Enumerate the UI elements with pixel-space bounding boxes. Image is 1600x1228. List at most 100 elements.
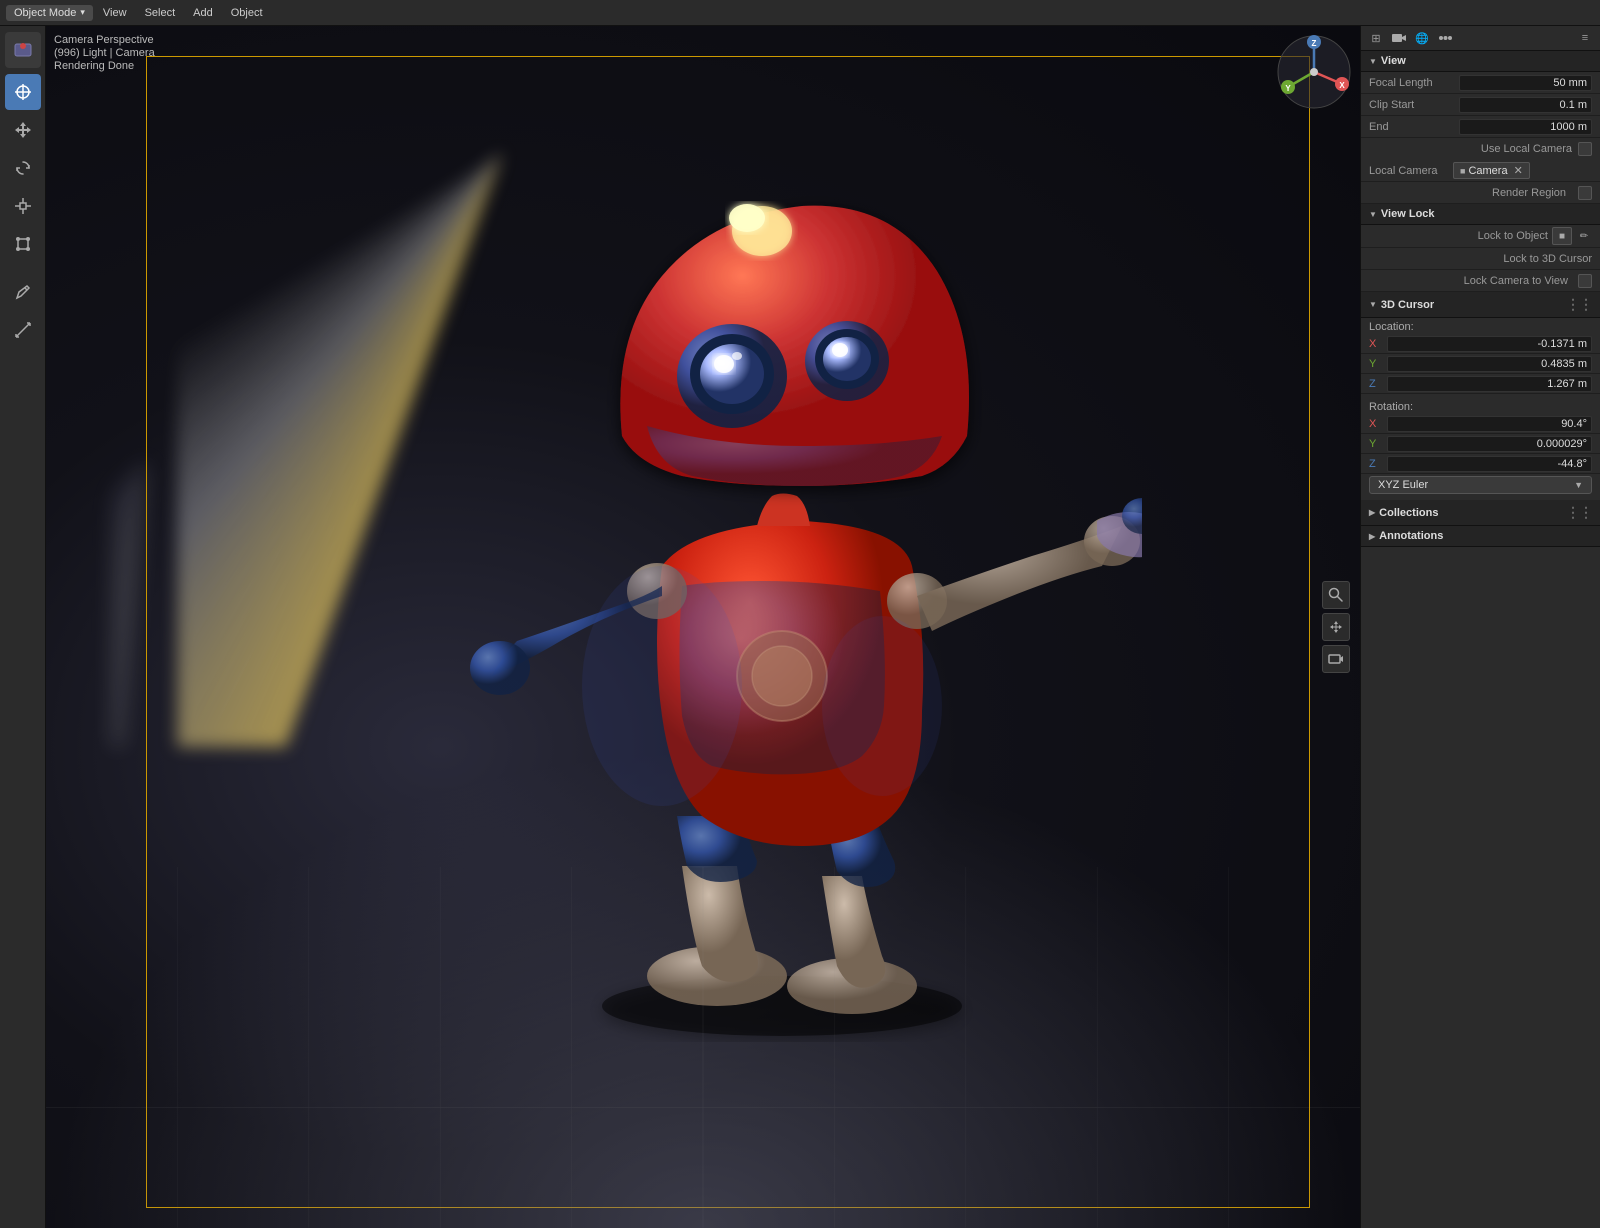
nav-icon-dots[interactable]: ≡ — [1574, 28, 1596, 48]
camera-chip[interactable]: ■ Camera ✕ — [1453, 162, 1530, 179]
clip-end-row: End 1000 m — [1361, 116, 1600, 138]
view-lock-triangle: ▼ — [1369, 210, 1377, 219]
cursor-3d-dots[interactable]: ⋮⋮ — [1566, 296, 1592, 313]
view-title: View — [1381, 55, 1406, 67]
cursor-ry-value[interactable]: 0.000029° — [1387, 436, 1592, 452]
menu-object[interactable]: Object — [223, 5, 271, 21]
camera-perspective-label: Camera Perspective — [54, 34, 155, 46]
cursor-x-value[interactable]: -0.1371 m — [1387, 336, 1592, 352]
view-lock-title: View Lock — [1381, 208, 1435, 220]
cursor-z-value[interactable]: 1.267 m — [1387, 376, 1592, 392]
main-area: Camera Perspective (996) Light | Camera … — [0, 26, 1600, 1228]
annotations-title: Annotations — [1379, 530, 1443, 542]
svg-text:Y: Y — [1285, 84, 1291, 93]
cursor-3d-title: 3D Cursor — [1381, 299, 1434, 311]
euler-arrow-icon: ▼ — [1574, 480, 1583, 490]
use-local-camera-checkbox[interactable] — [1578, 142, 1592, 156]
cursor-z-row: Z 1.267 m — [1361, 374, 1600, 394]
nav-icon-camera[interactable] — [1388, 28, 1410, 48]
cursor-tool[interactable] — [5, 74, 41, 110]
lock-to-object-pen[interactable]: ✏ — [1576, 228, 1592, 244]
cursor-y-label: Y — [1369, 358, 1387, 370]
annotations-section-header[interactable]: ▶ Annotations — [1361, 526, 1600, 547]
top-menubar: Object Mode View Select Add Object — [0, 0, 1600, 26]
cursor-ry-row: Y 0.000029° — [1361, 434, 1600, 454]
use-local-camera-label: Use Local Camera — [1369, 143, 1572, 155]
light-camera-label: (996) Light | Camera — [54, 47, 155, 59]
magnify-tool[interactable] — [1322, 581, 1350, 609]
clip-start-value[interactable]: 0.1 m — [1459, 97, 1592, 113]
camera-chip-icon: ■ — [1460, 166, 1465, 176]
clip-end-label: End — [1369, 121, 1459, 133]
scene-background: Z X Y — [46, 26, 1360, 1228]
cursor-x-label: X — [1369, 338, 1387, 350]
menu-view[interactable]: View — [95, 5, 135, 21]
cursor-y-value[interactable]: 0.4835 m — [1387, 356, 1592, 372]
annotations-triangle: ▶ — [1369, 532, 1375, 541]
focal-length-value[interactable]: 50 mm — [1459, 75, 1592, 91]
render-region-row: Render Region — [1361, 182, 1600, 204]
lock-to-cursor-label: Lock to 3D Cursor — [1369, 253, 1592, 265]
clip-start-label: Clip Start — [1369, 99, 1459, 111]
euler-label: XYZ Euler — [1378, 479, 1428, 491]
lock-to-cursor-row: Lock to 3D Cursor — [1361, 248, 1600, 270]
lock-to-object-row: Lock to Object ■ ✏ — [1361, 225, 1600, 248]
scale-tool[interactable] — [5, 188, 41, 224]
viewport-info: Camera Perspective (996) Light | Camera … — [54, 34, 155, 72]
clip-end-value[interactable]: 1000 m — [1459, 119, 1592, 135]
location-label: Location: — [1361, 318, 1600, 334]
clip-start-row: Clip Start 0.1 m — [1361, 94, 1600, 116]
rendering-done-label: Rendering Done — [54, 60, 155, 72]
cursor-rz-value[interactable]: -44.8° — [1387, 456, 1592, 472]
left-toolbar — [0, 26, 46, 1228]
measure-tool[interactable] — [5, 312, 41, 348]
use-local-camera-row: Use Local Camera — [1361, 138, 1600, 160]
lock-camera-view-label: Lock Camera to View — [1369, 275, 1568, 287]
viewport[interactable]: Camera Perspective (996) Light | Camera … — [46, 26, 1360, 1228]
camera-chip-close[interactable]: ✕ — [1514, 164, 1523, 177]
cursor-3d-section-header[interactable]: ▼ 3D Cursor ⋮⋮ — [1361, 292, 1600, 318]
cursor-x-row: X -0.1371 m — [1361, 334, 1600, 354]
cursor-ry-label: Y — [1369, 438, 1387, 450]
navigation-gizmo[interactable]: Z X Y — [1274, 32, 1354, 112]
lock-to-object-box[interactable]: ■ — [1552, 227, 1572, 245]
nav-icon-grid[interactable]: ⊞ — [1365, 28, 1387, 48]
render-region-label: Render Region — [1369, 187, 1572, 199]
menu-add[interactable]: Add — [185, 5, 221, 21]
collections-dots[interactable]: ⋮⋮ — [1566, 504, 1592, 521]
nav-icon-filter[interactable] — [1434, 28, 1456, 48]
render-region-checkbox[interactable] — [1578, 186, 1592, 200]
rotate-tool[interactable] — [5, 150, 41, 186]
panel-nav-icons: ⊞ 🌐 ≡ — [1361, 26, 1600, 51]
cursor-3d-triangle: ▼ — [1369, 300, 1377, 309]
menu-select[interactable]: Select — [137, 5, 184, 21]
view-lock-section-header[interactable]: ▼ View Lock — [1361, 204, 1600, 225]
cursor-y-row: Y 0.4835 m — [1361, 354, 1600, 374]
cursor-rz-row: Z -44.8° — [1361, 454, 1600, 474]
local-camera-row: Local Camera ■ Camera ✕ — [1361, 160, 1600, 182]
nav-icon-world[interactable]: 🌐 — [1411, 28, 1433, 48]
lock-camera-view-checkbox[interactable] — [1578, 274, 1592, 288]
collections-title: Collections — [1379, 507, 1438, 519]
camera-view-tool[interactable] — [1322, 645, 1350, 673]
view-section-header[interactable]: ▼ View — [1361, 51, 1600, 72]
focal-length-row: Focal Length 50 mm — [1361, 72, 1600, 94]
local-camera-label: Local Camera — [1369, 165, 1449, 177]
transform-tool[interactable] — [5, 226, 41, 262]
cursor-z-label: Z — [1369, 378, 1387, 390]
cursor-rx-row: X 90.4° — [1361, 414, 1600, 434]
object-mode-button[interactable]: Object Mode — [6, 5, 93, 21]
view-triangle: ▼ — [1369, 57, 1377, 66]
collections-section-header[interactable]: ▶ Collections ⋮⋮ — [1361, 500, 1600, 526]
euler-dropdown[interactable]: XYZ Euler ▼ — [1369, 476, 1592, 494]
annotate-tool[interactable] — [5, 274, 41, 310]
move-tool[interactable] — [5, 112, 41, 148]
focal-length-label: Focal Length — [1369, 77, 1459, 89]
cursor-rx-value[interactable]: 90.4° — [1387, 416, 1592, 432]
cursor-rx-label: X — [1369, 418, 1387, 430]
rotation-label: Rotation: — [1361, 398, 1600, 414]
collections-triangle: ▶ — [1369, 508, 1375, 517]
pan-tool[interactable] — [1322, 613, 1350, 641]
camera-chip-label: Camera — [1468, 165, 1507, 177]
svg-text:X: X — [1339, 81, 1345, 90]
